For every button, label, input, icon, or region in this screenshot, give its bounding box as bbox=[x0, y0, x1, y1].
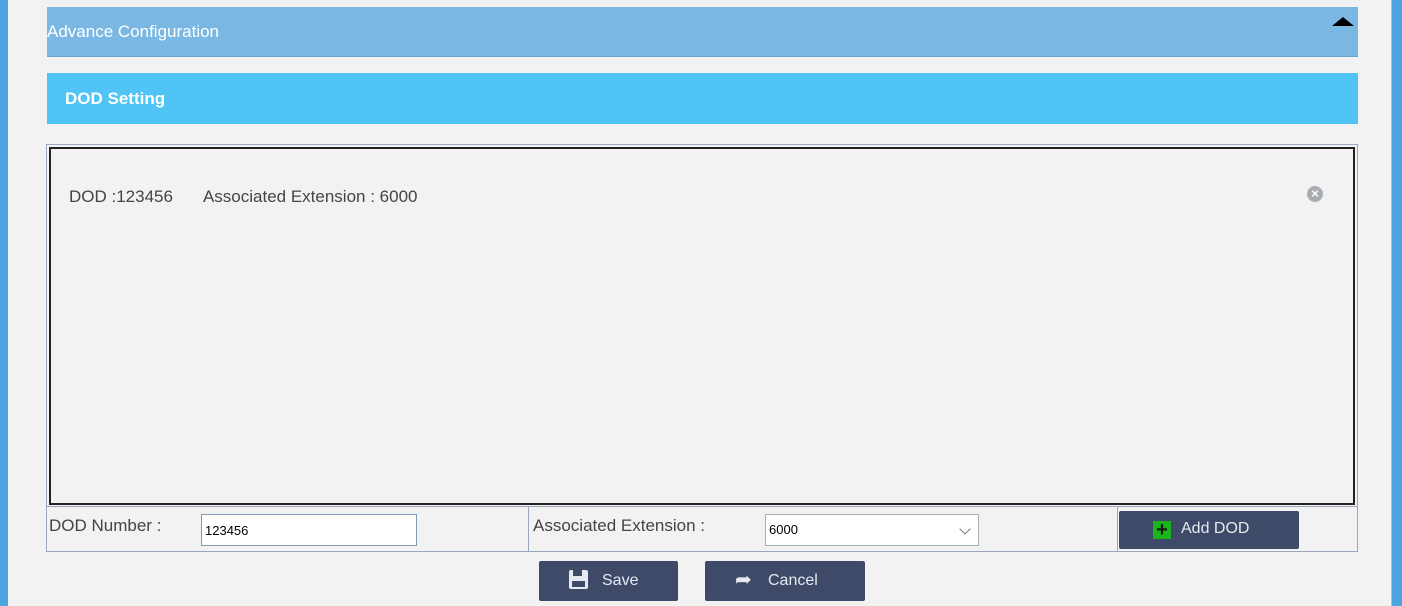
associated-extension-label: Associated Extension : bbox=[533, 516, 705, 535]
advance-configuration-bar[interactable]: Advance Configuration bbox=[47, 7, 1358, 57]
cancel-label: Cancel bbox=[768, 572, 818, 589]
cancel-button[interactable]: ➦ Cancel bbox=[705, 561, 865, 601]
save-label: Save bbox=[602, 572, 639, 589]
window-frame-left bbox=[0, 0, 8, 606]
collapse-triangle-icon[interactable] bbox=[1332, 17, 1354, 26]
form-divider bbox=[528, 507, 529, 551]
remove-circle-icon[interactable]: × bbox=[1307, 186, 1323, 202]
dod-number-label: DOD Number : bbox=[49, 516, 162, 535]
list-item: DOD :123456 Associated Extension : 6000 bbox=[69, 187, 417, 207]
dod-setting-header: DOD Setting bbox=[47, 73, 1358, 124]
dod-entry-number: DOD :123456 bbox=[69, 187, 173, 206]
advance-configuration-label: Advance Configuration bbox=[47, 22, 220, 41]
plus-icon: + bbox=[1153, 520, 1171, 540]
window-frame-right bbox=[1392, 0, 1402, 606]
save-button[interactable]: Save bbox=[539, 561, 678, 601]
add-dod-button[interactable]: + Add DOD bbox=[1119, 511, 1299, 549]
dod-list: DOD :123456 Associated Extension : 6000 × bbox=[49, 147, 1355, 505]
associated-extension-select[interactable]: 6000 bbox=[765, 514, 979, 546]
chevron-down-icon bbox=[959, 523, 971, 535]
add-dod-form: DOD Number : Associated Extension : 6000… bbox=[47, 506, 1358, 551]
form-divider bbox=[1117, 507, 1118, 551]
associated-extension-value: 6000 bbox=[769, 522, 798, 537]
add-dod-label: Add DOD bbox=[1181, 520, 1250, 537]
share-arrow-icon: ➦ bbox=[735, 569, 752, 591]
dod-entry-extension: Associated Extension : 6000 bbox=[202, 187, 418, 206]
floppy-disk-icon bbox=[569, 570, 588, 589]
dod-number-input[interactable] bbox=[201, 514, 417, 546]
